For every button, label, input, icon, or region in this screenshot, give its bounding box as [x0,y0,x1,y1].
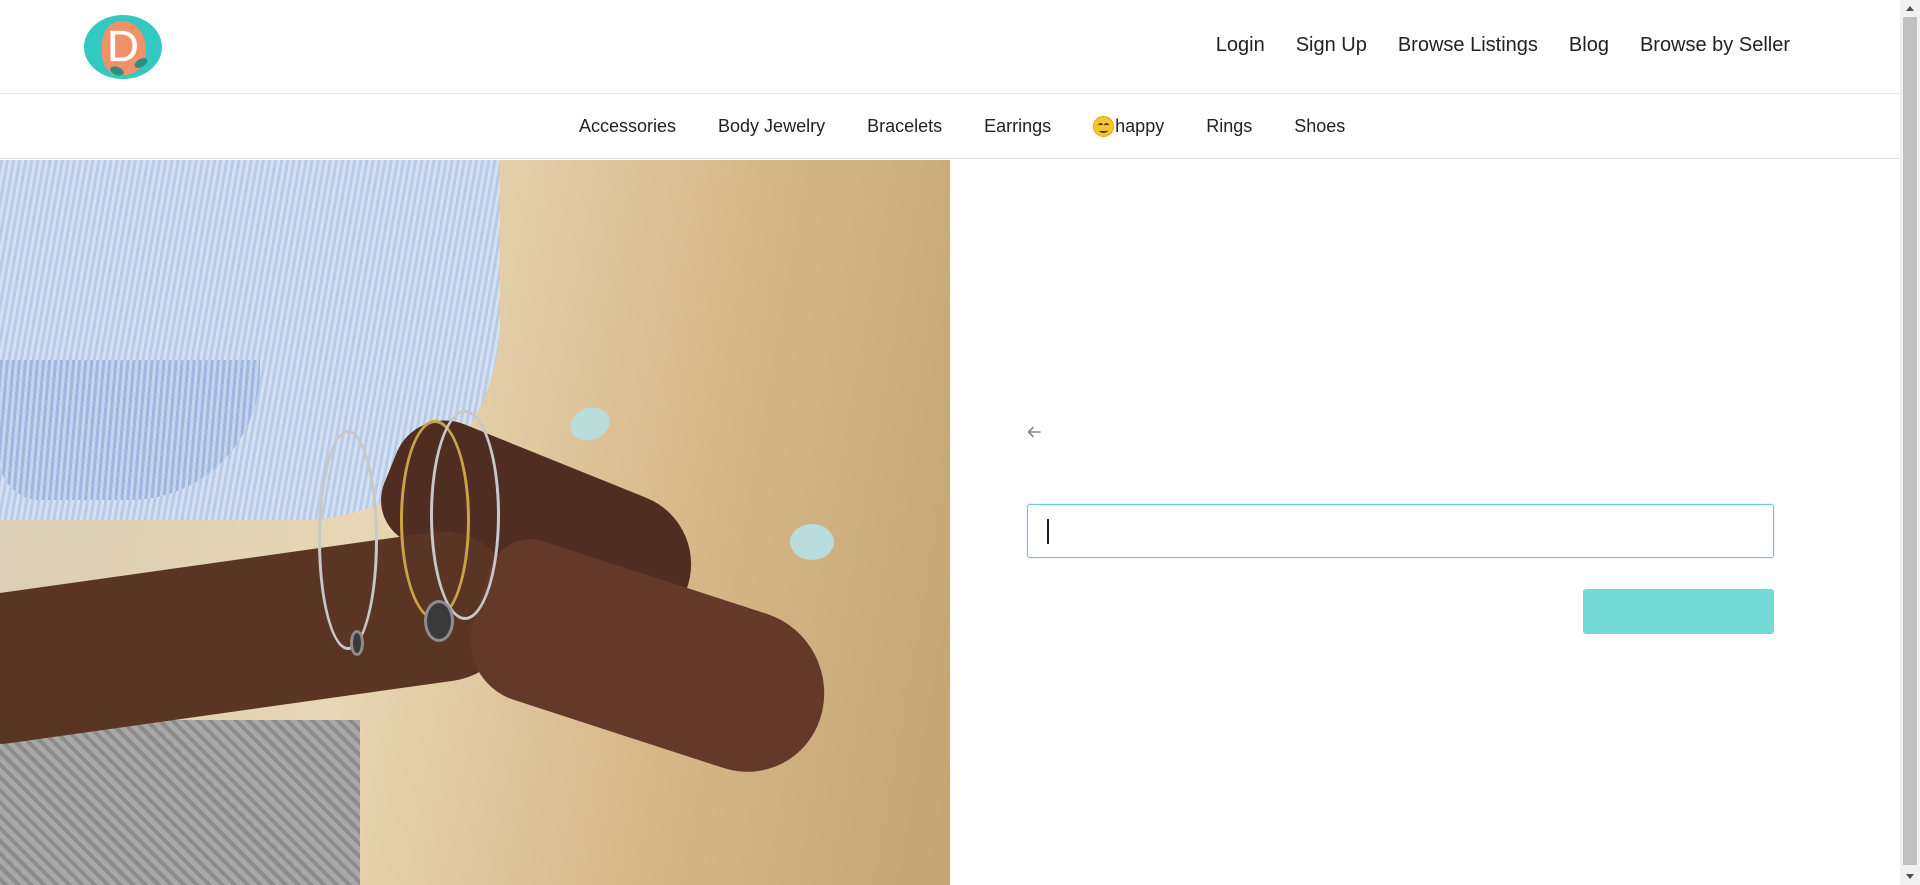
site-logo[interactable]: D [84,15,162,79]
nav-signup-link[interactable]: Sign Up [1296,34,1367,57]
category-shoes[interactable]: Shoes [1294,116,1345,137]
hero-charm-shape [350,630,364,656]
hero-skirt-shape [0,720,360,885]
scrollbar-thumb[interactable] [1903,17,1917,865]
back-button[interactable] [1023,421,1045,443]
hero-nail-shape [565,402,615,446]
category-bracelets[interactable]: Bracelets [867,116,942,137]
smiling-face-emoji-icon [1093,116,1115,137]
category-rings[interactable]: Rings [1206,116,1252,137]
text-cursor [1047,519,1049,544]
hero-nail-shape [790,524,834,560]
category-navigation: Accessories Body Jewelry Bracelets Earri… [579,116,1387,137]
nav-browse-by-seller-link[interactable]: Browse by Seller [1640,34,1790,57]
hero-charm-shape [424,600,454,642]
category-body-jewelry[interactable]: Body Jewelry [718,116,825,137]
nav-login-link[interactable]: Login [1216,34,1265,57]
category-bar: Accessories Body Jewelry Bracelets Earri… [0,94,1900,159]
arrow-left-icon [1027,426,1041,438]
submit-button[interactable] [1583,589,1774,634]
category-happy-label: happy [1115,116,1165,136]
category-happy[interactable]: happy [1093,116,1164,137]
site-header: D Login Sign Up Browse Listings Blog Bro… [0,0,1900,94]
nav-browse-listings-link[interactable]: Browse Listings [1398,34,1538,57]
category-earrings[interactable]: Earrings [984,116,1051,137]
form-text-input[interactable] [1027,504,1774,558]
hero-image-hands-with-bracelets [0,160,950,885]
logo-letter: D [107,22,139,71]
top-navigation: Login Sign Up Browse Listings Blog Brows… [1216,34,1790,57]
category-accessories[interactable]: Accessories [579,116,676,137]
page-scrollbar[interactable] [1900,0,1920,885]
nav-blog-link[interactable]: Blog [1569,34,1609,57]
scroll-up-arrow-icon[interactable] [1900,0,1920,17]
hero-bangle-shape [430,410,500,620]
hero-bangle-shape [318,430,378,650]
scroll-down-arrow-icon[interactable] [1900,868,1920,885]
